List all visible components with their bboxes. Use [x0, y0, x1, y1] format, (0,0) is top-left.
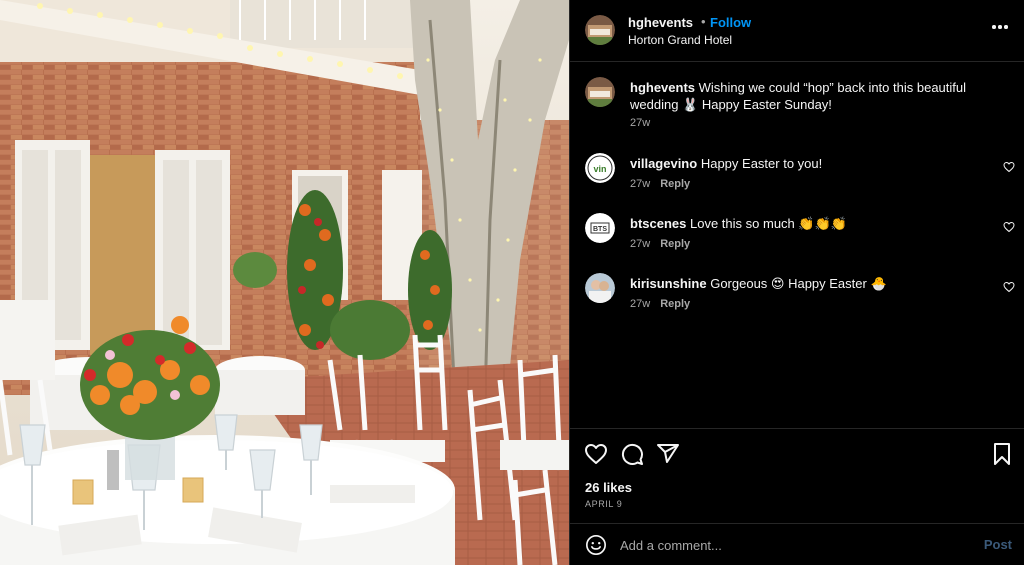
comment-time[interactable]: 27w [630, 178, 650, 190]
post-actions: 26 likes APRIL 9 [570, 428, 1024, 523]
post-date[interactable]: APRIL 9 [585, 499, 622, 509]
comment-composer: Post [570, 523, 1024, 565]
post-username[interactable]: hghevents [628, 15, 693, 30]
heart-icon[interactable] [584, 442, 608, 466]
separator-dot: • [701, 14, 706, 29]
comment-username[interactable]: villagevino [630, 156, 697, 171]
comment-text: hghevents Wishing we could “hop” back in… [630, 79, 995, 113]
svg-text:vin: vin [593, 164, 606, 174]
venue-avatar-icon [585, 15, 615, 45]
vino-logo-icon: vin [585, 153, 615, 183]
post-photo[interactable] [0, 0, 569, 565]
comment-time[interactable]: 27w [630, 238, 650, 250]
comments-list: hghevents Wishing we could “hop” back in… [570, 62, 1024, 428]
comment-username[interactable]: btscenes [630, 216, 686, 231]
comment-message: Happy Easter to you! [700, 156, 823, 171]
likes-count[interactable]: 26 likes [585, 480, 632, 495]
like-comment-heart-icon[interactable] [1003, 281, 1015, 293]
comment-meta: 27w [630, 117, 650, 129]
avatar[interactable] [585, 15, 615, 45]
instagram-post-modal: hghevents • Follow Horton Grand Hotel hg… [0, 0, 1024, 565]
comment-icon[interactable] [620, 442, 644, 466]
comment-meta: 27w Reply [630, 298, 690, 310]
reply-button[interactable]: Reply [660, 178, 690, 190]
follow-button[interactable]: Follow [710, 15, 751, 30]
more-options-icon[interactable] [992, 24, 1008, 30]
location-link[interactable]: Horton Grand Hotel [628, 33, 732, 47]
avatar[interactable] [585, 273, 615, 303]
reply-button[interactable]: Reply [660, 238, 690, 250]
avatar[interactable]: BTS [585, 213, 615, 243]
comment-message: Gorgeous 😍 Happy Easter 🐣 [710, 276, 887, 291]
comment-time[interactable]: 27w [630, 298, 650, 310]
wedding-courtyard-image [0, 0, 569, 565]
comment-meta: 27w Reply [630, 178, 690, 190]
comment-username[interactable]: kirisunshine [630, 276, 707, 291]
couple-photo-icon [585, 273, 615, 303]
avatar[interactable] [585, 77, 615, 107]
emoji-icon[interactable] [585, 534, 607, 556]
bts-logo-icon: BTS [585, 213, 615, 243]
post-details-panel: hghevents • Follow Horton Grand Hotel hg… [569, 0, 1024, 565]
post-comment-button[interactable]: Post [984, 537, 1012, 552]
comment-message: Love this so much 👏👏👏 [690, 216, 847, 231]
comment-text: kirisunshine Gorgeous 😍 Happy Easter 🐣 [630, 275, 980, 292]
post-header: hghevents • Follow Horton Grand Hotel [570, 0, 1024, 62]
comment-time[interactable]: 27w [630, 117, 650, 129]
like-comment-heart-icon[interactable] [1003, 221, 1015, 233]
venue-avatar-icon [585, 77, 615, 107]
avatar[interactable]: vin [585, 153, 615, 183]
comment-text: villagevino Happy Easter to you! [630, 155, 980, 172]
svg-text:BTS: BTS [593, 226, 607, 233]
comment-username[interactable]: hghevents [630, 80, 695, 95]
comment-meta: 27w Reply [630, 238, 690, 250]
comment-text: btscenes Love this so much 👏👏👏 [630, 215, 980, 232]
add-comment-input[interactable] [620, 533, 960, 557]
like-comment-heart-icon[interactable] [1003, 161, 1015, 173]
reply-button[interactable]: Reply [660, 298, 690, 310]
bookmark-icon[interactable] [990, 442, 1014, 466]
share-icon[interactable] [656, 442, 680, 466]
